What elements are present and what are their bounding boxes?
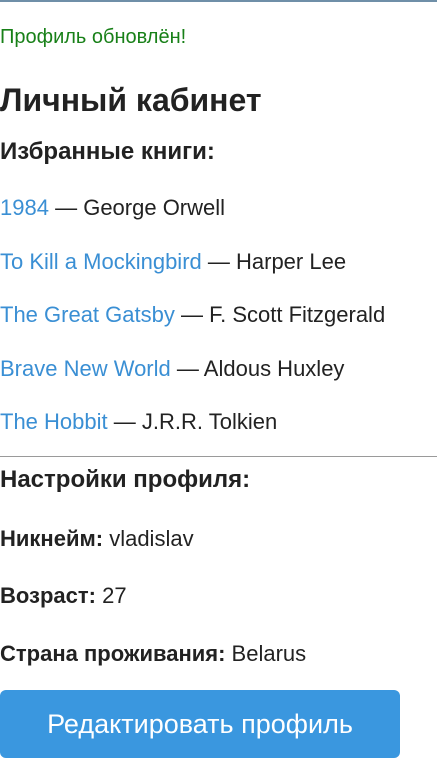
age-value: 27 (102, 583, 127, 608)
success-notice: Профиль обновлён! (0, 26, 187, 48)
top-border (0, 0, 437, 2)
book-item: To Kill a Mockingbird — Harper Lee (0, 245, 437, 299)
nickname-label: Никнейм: (0, 526, 104, 551)
settings-heading: Настройки профиля: (0, 466, 251, 493)
book-item: 1984 — George Orwell (0, 191, 437, 245)
book-link-1984[interactable]: 1984 (0, 195, 49, 220)
age-field: Возраст: 27 (0, 581, 127, 611)
book-author: J.R.R. Tolkien (141, 409, 278, 434)
age-label: Возраст: (0, 583, 96, 608)
book-link-the-hobbit[interactable]: The Hobbit (0, 409, 108, 434)
nickname-value: vladislav (109, 526, 194, 551)
book-item: Brave New World — Aldous Huxley (0, 352, 437, 406)
nickname-field: Никнейм: vladislav (0, 524, 194, 554)
section-divider (0, 456, 437, 457)
page-title: Личный кабинет (0, 82, 262, 118)
book-author: F. Scott Fitzgerald (209, 302, 386, 327)
edit-profile-button[interactable]: Редактировать профиль (0, 690, 400, 758)
book-link-the-great-gatsby[interactable]: The Great Gatsby (0, 302, 175, 327)
favorites-heading: Избранные книги: (0, 138, 215, 165)
book-link-to-kill-a-mockingbird[interactable]: To Kill a Mockingbird (0, 249, 202, 274)
book-author: George Orwell (83, 195, 226, 220)
book-author: Harper Lee (236, 248, 347, 274)
book-link-brave-new-world[interactable]: Brave New World (0, 356, 171, 381)
country-label: Страна проживания: (0, 641, 226, 666)
book-separator: — (176, 355, 199, 381)
book-separator: — (207, 248, 230, 274)
country-field: Страна проживания: Belarus (0, 639, 306, 669)
book-separator: — (180, 302, 203, 327)
book-separator: — (113, 409, 136, 434)
book-item: The Great Gatsby — F. Scott Fitzgerald (0, 298, 437, 352)
book-item: The Hobbit — J.R.R. Tolkien (0, 405, 437, 459)
book-author: Aldous Huxley (203, 355, 345, 381)
book-separator: — (55, 195, 78, 220)
country-value: Belarus (231, 641, 307, 666)
favorite-books-list: 1984 — George Orwell To Kill a Mockingbi… (0, 191, 437, 459)
